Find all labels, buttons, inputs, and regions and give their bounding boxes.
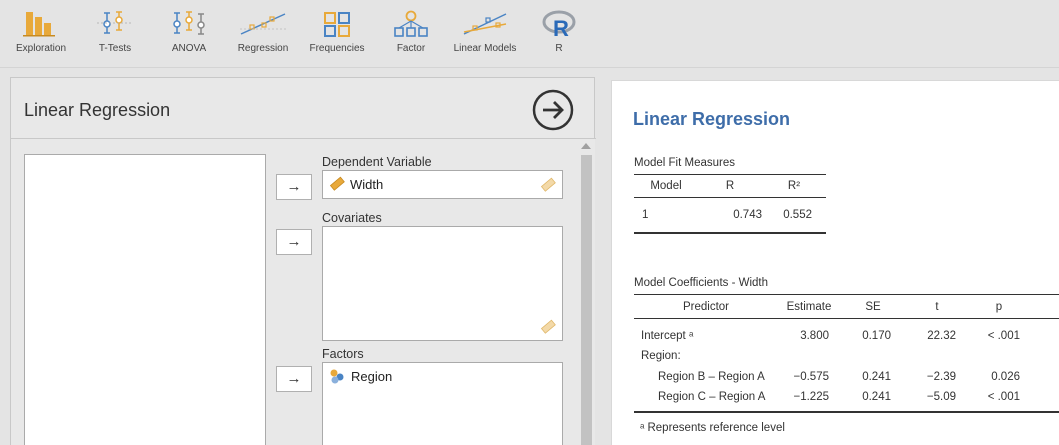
t-tests-button[interactable]: T-Tests [78,8,152,62]
analysis-toolbar: Exploration T-Tests ANOVA Regression Fre… [0,0,1059,68]
linear-models-button[interactable]: Linear Models [448,8,522,62]
analysis-title: Linear Regression [24,100,171,120]
regression-button[interactable]: Regression [226,8,300,62]
coef-row-region-c-se: 0.241 [862,391,891,403]
bar-chart-icon [23,12,55,37]
scrollbar-thumb[interactable] [581,155,592,445]
r-logo-icon: R [542,10,576,40]
move-to-covariates-button[interactable]: → [276,229,312,255]
coef-row-region-c-predictor: Region C – Region A [658,391,766,403]
linear-models-label: Linear Models [453,43,517,54]
linear-models-icon [463,13,507,35]
coef-row-region-b-t: −2.39 [926,371,956,383]
dependent-variable-label: Dependent Variable [322,155,432,169]
coef-row-region-b-estimate: −0.575 [793,371,830,383]
t-tests-icon [97,11,131,34]
allowed-type-ruler-icon [540,319,556,334]
model-fit-bottom-rule [634,232,826,234]
factor-variable-item[interactable]: Region [329,367,392,385]
model-fit-caption: Model Fit Measures [634,157,735,169]
coef-row-region-c-estimate: −1.225 [793,391,830,403]
factors-label: Factors [322,347,364,361]
model-fit-header-r: R [725,180,735,192]
dependent-variable-name: Width [350,176,384,192]
anova-button[interactable]: ANOVA [152,8,226,62]
coef-row-region-b-p: 0.026 [991,371,1020,383]
analysis-options-panel: Linear Regression → Dependent Variable W… [10,77,596,445]
exploration-label: Exploration [15,43,67,54]
model-fit-header-r2: R² [787,180,801,192]
coefficients-header-rule [634,318,1059,319]
move-to-factors-button[interactable]: → [276,366,312,392]
factor-icon [394,10,428,37]
regression-icon [240,13,286,35]
covariates-box[interactable] [322,226,563,341]
exploration-button[interactable]: Exploration [4,8,78,62]
move-to-dependent-button[interactable]: → [276,174,312,200]
continuous-ruler-icon [329,176,345,191]
regression-label: Regression [237,43,289,54]
coef-header-t: t [935,301,939,313]
coefficients-caption: Model Coefficients - Width [634,277,769,289]
coefficients-footnote: ᵃ Represents reference level [640,422,785,434]
dependent-variable-item[interactable]: Width [329,175,383,193]
model-fit-cell-model: 1 [642,209,649,221]
factor-label: Factor [396,43,426,54]
available-variables-list[interactable] [24,154,266,445]
nominal-variable-icon [330,369,344,384]
coef-row-intercept-t: 22.32 [927,330,956,342]
frequencies-button[interactable]: Frequencies [300,8,374,62]
coef-header-se: SE [865,301,881,313]
header-divider [11,138,596,139]
coef-row-region-c-p: < .001 [987,391,1020,403]
coef-row-region-group-label: Region: [641,350,681,362]
factor-variable-name: Region [351,368,393,384]
coefficients-top-rule [634,294,1059,295]
dependent-variable-box[interactable]: Width [322,170,563,199]
options-scrollbar[interactable] [578,139,595,445]
coef-row-region-b-predictor: Region B – Region A [658,371,765,383]
frequencies-label: Frequencies [309,43,365,54]
anova-label: ANOVA [171,43,207,54]
factors-box[interactable]: Region [322,362,563,445]
close-options-button[interactable] [532,89,574,131]
coef-header-p: p [995,301,1003,313]
r-label: R [555,43,563,54]
results-panel: Linear Regression Model Fit Measures Mod… [611,80,1059,445]
coefficients-bottom-rule [634,411,1059,413]
coef-header-predictor: Predictor [682,301,730,313]
coef-row-intercept-predictor: Intercept ᵃ [641,330,694,342]
r-button[interactable]: R R [522,8,596,62]
coef-row-region-b-se: 0.241 [862,371,891,383]
t-tests-label: T-Tests [98,43,132,54]
covariates-label: Covariates [322,211,382,225]
coef-header-estimate: Estimate [786,301,832,313]
model-fit-top-rule [634,174,826,175]
factor-button[interactable]: Factor [374,8,448,62]
model-fit-cell-r: 0.743 [733,209,762,221]
svg-text:R: R [553,16,569,40]
scroll-up-arrow-icon[interactable] [581,143,591,149]
arrow-circle-right-icon [532,89,574,131]
coef-row-intercept-se: 0.170 [862,330,891,342]
coef-row-region-c-t: −5.09 [926,391,956,403]
coef-row-intercept-p: < .001 [987,330,1020,342]
frequencies-icon [324,12,350,37]
allowed-type-ruler-icon [540,177,556,192]
results-title: Linear Regression [633,109,791,129]
model-fit-cell-r2: 0.552 [783,209,812,221]
model-fit-header-rule [634,197,826,198]
anova-icon [173,11,205,35]
coef-row-intercept-estimate: 3.800 [800,330,829,342]
model-fit-header-model: Model [650,180,682,192]
